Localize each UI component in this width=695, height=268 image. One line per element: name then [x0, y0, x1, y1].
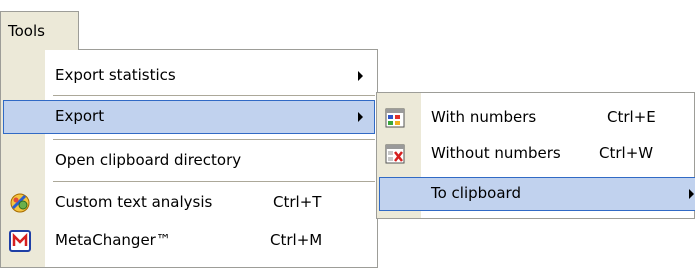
submenu-arrow-icon: [358, 71, 363, 81]
metachanger-icon: [9, 230, 31, 252]
menu-item-export-statistics[interactable]: Export statistics: [3, 59, 375, 93]
tools-menu-label: Tools: [8, 22, 45, 40]
text-analysis-icon: [9, 192, 31, 214]
tools-menu-tab[interactable]: Tools: [0, 11, 79, 50]
menu-item-label: MetaChanger™: [55, 231, 171, 249]
menu-item-label: With numbers: [431, 108, 537, 126]
submenu-item-without-numbers[interactable]: Without numbers Ctrl+W: [379, 137, 692, 171]
submenu-arrow-icon: [358, 112, 363, 122]
submenu-arrow-icon: [689, 189, 694, 199]
menu-item-label: Custom text analysis: [55, 193, 213, 211]
menu-item-label: Without numbers: [431, 144, 561, 162]
menu-item-open-clipboard-directory[interactable]: Open clipboard directory: [3, 144, 375, 178]
tools-dropdown-menu: Export statistics Export Open clipboard …: [0, 49, 378, 268]
menu-item-shortcut: Ctrl+E: [607, 108, 656, 126]
table-without-numbers-icon: [385, 143, 407, 165]
menu-item-label: To clipboard: [431, 184, 521, 202]
menu-item-label: Export statistics: [55, 66, 176, 84]
menu-item-shortcut: Ctrl+T: [273, 193, 322, 211]
menu-item-export[interactable]: Export: [3, 100, 375, 134]
menu-item-shortcut: Ctrl+M: [270, 231, 323, 249]
table-with-numbers-icon: [385, 107, 407, 129]
submenu-item-to-clipboard[interactable]: To clipboard: [379, 177, 695, 211]
export-submenu: With numbers Ctrl+E Without numbers Ctrl…: [376, 92, 695, 219]
menu-separator: [53, 181, 375, 182]
menu-item-label: Open clipboard directory: [55, 151, 242, 169]
submenu-item-with-numbers[interactable]: With numbers Ctrl+E: [379, 101, 692, 135]
menu-item-shortcut: Ctrl+W: [599, 144, 654, 162]
menubar: [0, 0, 695, 38]
menu-separator: [53, 95, 375, 96]
menu-item-label: Export: [55, 107, 105, 125]
menu-separator: [53, 139, 375, 140]
menu-item-custom-text-analysis[interactable]: Custom text analysis Ctrl+T: [3, 186, 375, 220]
menu-item-metachanger[interactable]: MetaChanger™ Ctrl+M: [3, 224, 375, 258]
